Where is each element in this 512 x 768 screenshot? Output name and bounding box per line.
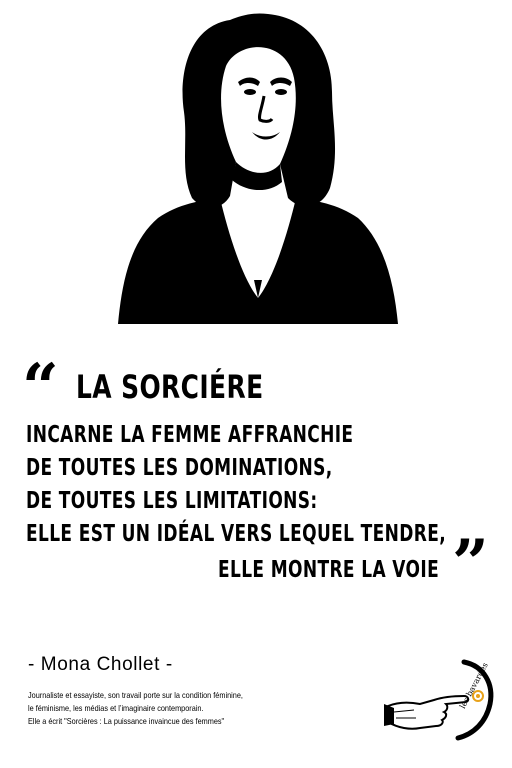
quote-line-1: LA SORCIÉRE bbox=[76, 368, 264, 406]
quote-line-6: ELLE MONTRE LA VOIE bbox=[218, 557, 440, 583]
quote-line-2: INCARNE LA FEMME AFFRANCHIE bbox=[26, 422, 354, 448]
quote-line-4: DE TOUTES LES LIMITATIONS: bbox=[26, 488, 318, 514]
author-bio-line-1: Journaliste et essayiste, son travail po… bbox=[28, 690, 243, 700]
author-bio-line-3: Elle a écrit "Sorcières : La puissance i… bbox=[28, 716, 225, 726]
quote-line-5: ELLE EST UN IDÉAL VERS LEQUEL TENDRE, bbox=[26, 521, 447, 547]
author-bio-line-2: le féminisme, les médias et l’imaginaire… bbox=[28, 703, 204, 713]
portrait-illustration bbox=[118, 13, 398, 324]
opening-quote-mark: “ bbox=[22, 350, 59, 425]
author-name: - Mona Chollet - bbox=[28, 654, 173, 675]
closing-quote-mark: ” bbox=[452, 526, 489, 601]
quote-line-3: DE TOUTES LES DOMINATIONS, bbox=[26, 455, 333, 481]
